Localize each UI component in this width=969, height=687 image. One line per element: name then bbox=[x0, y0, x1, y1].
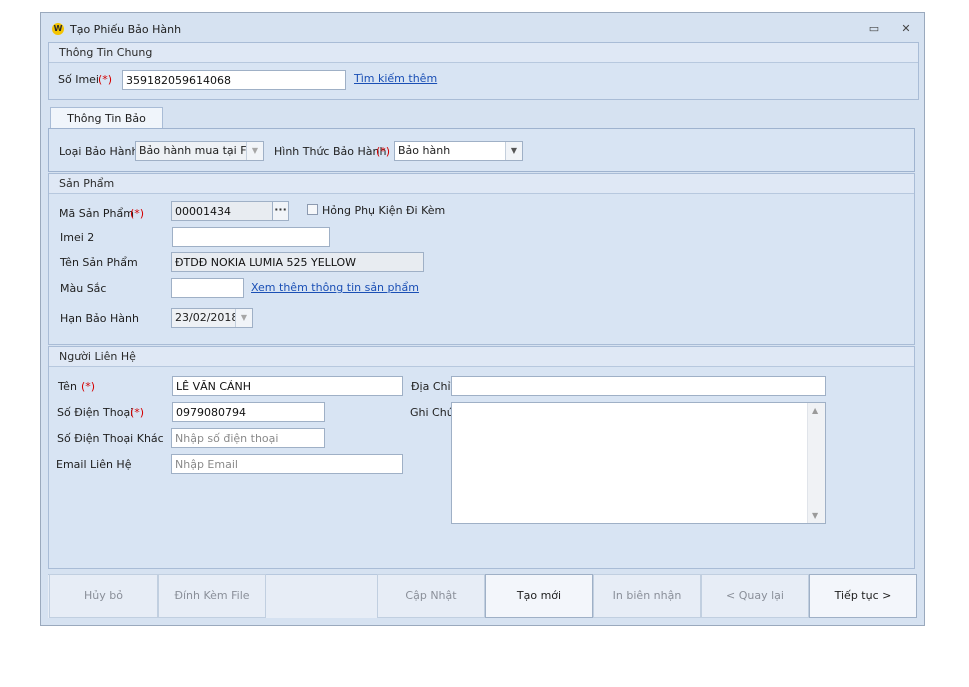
note-scrollbar[interactable]: ▲ ▼ bbox=[807, 403, 825, 523]
note-textarea[interactable]: ▲ ▼ bbox=[451, 402, 826, 524]
product-name-input[interactable] bbox=[171, 252, 424, 272]
next-button[interactable]: Tiếp tục > bbox=[809, 574, 917, 618]
contact-header: Người Liên Hệ bbox=[49, 347, 914, 367]
warranty-date-value: 23/02/2018 bbox=[175, 311, 239, 324]
damaged-accessory-checkbox[interactable] bbox=[307, 204, 318, 215]
contact-name-required-mark: (*) bbox=[81, 380, 96, 393]
tab-warranty-info[interactable]: Thông Tin Bảo Hành bbox=[50, 107, 163, 146]
minimize-icon[interactable]: ▭ bbox=[867, 22, 881, 36]
app-icon: W bbox=[52, 23, 64, 35]
warranty-type-value: Bảo hành mua tại FRT bbox=[139, 144, 261, 157]
email-label: Email Liên Hệ bbox=[56, 458, 132, 471]
email-input[interactable] bbox=[171, 454, 403, 474]
warranty-type-select[interactable]: Bảo hành mua tại FRT ▼ bbox=[135, 141, 264, 161]
scroll-up-icon[interactable]: ▲ bbox=[812, 406, 818, 415]
contact-phone-required-mark: (*) bbox=[130, 406, 145, 419]
warranty-form-value: Bảo hành bbox=[398, 144, 451, 157]
chevron-down-icon: ▼ bbox=[246, 142, 263, 160]
warranty-form-select[interactable]: Bảo hành ▼ bbox=[394, 141, 523, 161]
other-phone-input[interactable] bbox=[171, 428, 325, 448]
warranty-form-required-mark: (*) bbox=[376, 145, 391, 158]
imei2-input[interactable] bbox=[172, 227, 330, 247]
warranty-date-picker[interactable]: 23/02/2018 ▼ bbox=[171, 308, 253, 328]
product-header: Sản Phẩm bbox=[49, 174, 914, 194]
product-lookup-button[interactable]: ··· bbox=[272, 201, 289, 221]
imei-label: Số Imei bbox=[58, 73, 99, 86]
address-input[interactable] bbox=[451, 376, 826, 396]
contact-phone-input[interactable] bbox=[172, 402, 325, 422]
product-code-input[interactable] bbox=[171, 201, 273, 221]
scroll-down-icon[interactable]: ▼ bbox=[812, 511, 818, 520]
chevron-down-icon: ▼ bbox=[505, 142, 522, 160]
product-color-input[interactable] bbox=[171, 278, 244, 298]
close-icon[interactable]: ✕ bbox=[899, 22, 913, 36]
imei-input[interactable] bbox=[122, 70, 346, 90]
attach-file-button[interactable]: Đính Kèm File bbox=[158, 574, 266, 618]
contact-name-input[interactable] bbox=[172, 376, 403, 396]
product-code-required-mark: (*) bbox=[130, 207, 145, 220]
cancel-button[interactable]: Hủy bỏ bbox=[49, 574, 158, 618]
warranty-type-label: Loại Bảo Hành bbox=[59, 145, 139, 158]
note-label: Ghi Chú bbox=[410, 406, 454, 419]
damaged-accessory-label: Hỏng Phụ Kiện Đi Kèm bbox=[322, 204, 446, 217]
create-button[interactable]: Tạo mới bbox=[485, 574, 593, 618]
product-name-label: Tên Sản Phẩm bbox=[60, 256, 138, 269]
contact-name-label: Tên bbox=[58, 380, 77, 393]
update-button[interactable]: Cập Nhật bbox=[377, 574, 485, 618]
more-product-info-link[interactable]: Xem thêm thông tin sản phẩm bbox=[251, 281, 419, 294]
address-label: Địa Chỉ bbox=[411, 380, 451, 393]
general-info-header: Thông Tin Chung bbox=[49, 43, 918, 63]
window-title: Tạo Phiếu Bảo Hành bbox=[70, 23, 182, 36]
imei2-label: Imei 2 bbox=[60, 231, 95, 244]
other-phone-label: Số Điện Thoại Khác bbox=[57, 432, 164, 445]
contact-phone-label: Số Điện Thoại bbox=[57, 406, 134, 419]
warranty-form-label: Hình Thức Bảo Hành bbox=[274, 145, 387, 158]
chevron-down-icon: ▼ bbox=[235, 309, 252, 327]
warranty-date-label: Hạn Bảo Hành bbox=[60, 312, 139, 325]
imei-required-mark: (*) bbox=[98, 73, 113, 86]
back-button[interactable]: < Quay lại bbox=[701, 574, 809, 618]
product-color-label: Màu Sắc bbox=[60, 282, 107, 295]
product-code-label: Mã Sản Phẩm bbox=[59, 207, 134, 220]
search-more-link[interactable]: Tìm kiếm thêm bbox=[354, 72, 437, 85]
print-receipt-button[interactable]: In biên nhận bbox=[593, 574, 701, 618]
